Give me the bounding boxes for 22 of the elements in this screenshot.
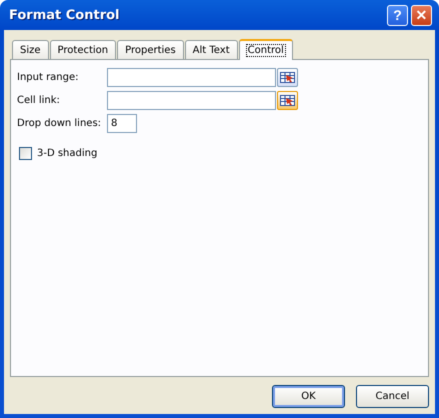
input-field[interactable]: 8 — [107, 114, 137, 133]
checkbox[interactable] — [19, 147, 32, 160]
tab[interactable]: Control — [238, 39, 293, 60]
field-label: Input range: — [17, 72, 80, 83]
checkbox-label: 3-D shading — [37, 148, 98, 159]
collapse-dialog-button[interactable] — [277, 91, 298, 110]
spreadsheet-icon — [280, 95, 295, 106]
tab[interactable]: Size — [12, 40, 49, 59]
collapse-dialog-button[interactable] — [277, 68, 298, 87]
input-field[interactable] — [107, 68, 276, 87]
dialog-button[interactable]: OK — [272, 385, 345, 408]
field-label: Cell link: — [17, 95, 61, 106]
window-title: Format Control — [9, 8, 120, 22]
spreadsheet-icon — [280, 72, 295, 83]
help-button[interactable]: ? — [387, 4, 408, 26]
field-label: Drop down lines: — [17, 118, 102, 129]
input-field[interactable] — [107, 91, 276, 110]
tab[interactable]: Properties — [117, 40, 184, 59]
dialog-button[interactable]: Cancel — [356, 385, 429, 408]
close-button[interactable]: ✕ — [411, 4, 432, 26]
tab[interactable]: Protection — [50, 40, 116, 59]
tab[interactable]: Alt Text — [184, 40, 238, 59]
